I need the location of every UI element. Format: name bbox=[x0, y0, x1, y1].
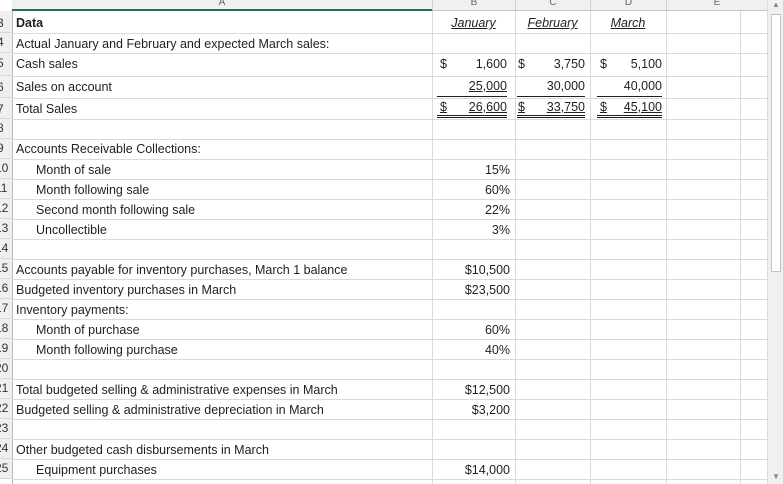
total-sga-label[interactable]: Total budgeted selling & administrative … bbox=[16, 380, 338, 400]
january-header-cell[interactable]: January bbox=[432, 13, 515, 33]
total-sales-feb-cell[interactable]: 33,750 bbox=[530, 99, 585, 119]
total-sales-jan-currency: $ bbox=[440, 100, 447, 114]
row-header[interactable]: 5 bbox=[0, 53, 12, 76]
row-header[interactable]: 4 bbox=[0, 33, 12, 53]
month-following-purchase-value[interactable]: 40% bbox=[432, 340, 510, 360]
march-header-cell[interactable]: March bbox=[590, 13, 666, 33]
total-sales-jan-cell[interactable]: 26,600 bbox=[455, 99, 507, 119]
month-following-purchase-label[interactable]: Month following purchase bbox=[36, 340, 178, 360]
row-header[interactable]: 23 bbox=[0, 419, 12, 439]
cash-sales-feb-currency: $ bbox=[518, 57, 525, 71]
cash-sales-feb-cell[interactable]: 3,750 bbox=[530, 54, 585, 74]
sales-on-account-mar-cell[interactable]: 40,000 bbox=[597, 77, 662, 97]
grid-line bbox=[12, 119, 767, 120]
vertical-scrollbar[interactable]: ▲ ▼ bbox=[767, 0, 783, 484]
other-disbursements-label[interactable]: Other budgeted cash disbursements in Mar… bbox=[16, 440, 269, 460]
total-sales-label[interactable]: Total Sales bbox=[16, 99, 77, 119]
row-header[interactable]: 7 bbox=[0, 98, 12, 119]
cash-sales-label[interactable]: Cash sales bbox=[16, 54, 78, 74]
scroll-down-arrow-icon[interactable]: ▼ bbox=[770, 472, 782, 482]
row-header[interactable]: 14 bbox=[0, 239, 12, 259]
grid-line bbox=[12, 239, 767, 240]
row-header[interactable]: 12 bbox=[0, 199, 12, 219]
row-header[interactable]: 9 bbox=[0, 139, 12, 159]
ap-balance-label[interactable]: Accounts payable for inventory purchases… bbox=[16, 260, 347, 280]
budgeted-inventory-label[interactable]: Budgeted inventory purchases in March bbox=[16, 280, 236, 300]
row-header[interactable]: 25 bbox=[0, 459, 12, 479]
total-sales-feb-currency: $ bbox=[518, 100, 525, 114]
sga-depreciation-value[interactable]: $3,200 bbox=[432, 400, 510, 420]
row-header[interactable]: 17 bbox=[0, 299, 12, 319]
total-sga-value[interactable]: $12,500 bbox=[432, 380, 510, 400]
ap-balance-value[interactable]: $10,500 bbox=[432, 260, 510, 280]
column-header-c[interactable]: C bbox=[515, 0, 590, 11]
row-header[interactable]: 3 bbox=[0, 11, 12, 33]
cash-sales-jan-currency: $ bbox=[440, 57, 447, 71]
sales-on-account-jan-cell[interactable]: 25,000 bbox=[437, 77, 507, 97]
row-header[interactable]: 16 bbox=[0, 279, 12, 299]
scrollbar-thumb[interactable] bbox=[771, 14, 781, 272]
equipment-purchases-value[interactable]: $14,000 bbox=[432, 460, 510, 480]
february-header-cell[interactable]: February bbox=[515, 13, 590, 33]
scroll-up-arrow-icon[interactable]: ▲ bbox=[770, 0, 782, 10]
actual-expected-sales-label[interactable]: Actual January and February and expected… bbox=[16, 34, 329, 54]
row-header[interactable]: 8 bbox=[0, 119, 12, 139]
grid-line bbox=[740, 11, 741, 484]
equipment-purchases-label[interactable]: Equipment purchases bbox=[36, 460, 157, 480]
row-header[interactable]: 6 bbox=[0, 76, 12, 98]
month-following-sale-value[interactable]: 60% bbox=[432, 180, 510, 200]
total-sales-mar-currency: $ bbox=[600, 100, 607, 114]
row-header[interactable]: 18 bbox=[0, 319, 12, 339]
total-sales-mar-cell[interactable]: 45,100 bbox=[612, 99, 662, 119]
column-header-b[interactable]: B bbox=[432, 0, 515, 11]
row-header[interactable]: 19 bbox=[0, 339, 12, 359]
row-header[interactable]: 15 bbox=[0, 259, 12, 279]
month-following-sale-label[interactable]: Month following sale bbox=[36, 180, 149, 200]
grid-line bbox=[666, 11, 667, 484]
row-header[interactable]: 13 bbox=[0, 219, 12, 239]
row-header[interactable]: 20 bbox=[0, 359, 12, 379]
column-header-d[interactable]: D bbox=[590, 0, 666, 11]
cash-sales-mar-currency: $ bbox=[600, 57, 607, 71]
budgeted-inventory-value[interactable]: $23,500 bbox=[432, 280, 510, 300]
row-header[interactable]: 10 bbox=[0, 159, 12, 179]
second-month-following-label[interactable]: Second month following sale bbox=[36, 200, 195, 220]
row-header[interactable]: 11 bbox=[0, 179, 12, 199]
cash-sales-jan-cell[interactable]: 1,600 bbox=[455, 54, 507, 74]
column-header-a[interactable]: A bbox=[12, 0, 432, 11]
grid-line bbox=[12, 11, 13, 484]
row-header[interactable]: 22 bbox=[0, 399, 12, 419]
month-of-purchase-value[interactable]: 60% bbox=[432, 320, 510, 340]
grid-line bbox=[12, 159, 767, 160]
sales-on-account-label[interactable]: Sales on account bbox=[16, 77, 112, 97]
sga-depreciation-label[interactable]: Budgeted selling & administrative deprec… bbox=[16, 400, 324, 420]
column-header-e[interactable]: E bbox=[666, 0, 767, 11]
row-header[interactable]: 21 bbox=[0, 379, 12, 399]
month-of-sale-value[interactable]: 15% bbox=[432, 160, 510, 180]
uncollectible-label[interactable]: Uncollectible bbox=[36, 220, 107, 240]
uncollectible-value[interactable]: 3% bbox=[432, 220, 510, 240]
inventory-payments-label[interactable]: Inventory payments: bbox=[16, 300, 129, 320]
second-month-following-value[interactable]: 22% bbox=[432, 200, 510, 220]
data-header-cell[interactable]: Data bbox=[16, 13, 43, 33]
cash-sales-mar-cell[interactable]: 5,100 bbox=[612, 54, 662, 74]
month-of-purchase-label[interactable]: Month of purchase bbox=[36, 320, 140, 340]
grid-line bbox=[590, 11, 591, 484]
spreadsheet: A B C D E 3 4 5 6 7 8 9 10 11 12 13 14 1… bbox=[0, 0, 783, 484]
ar-collections-label[interactable]: Accounts Receivable Collections: bbox=[16, 139, 201, 159]
grid-line bbox=[515, 11, 516, 484]
row-header[interactable]: 24 bbox=[0, 439, 12, 459]
sales-on-account-feb-cell[interactable]: 30,000 bbox=[517, 77, 585, 97]
month-of-sale-label[interactable]: Month of sale bbox=[36, 160, 111, 180]
